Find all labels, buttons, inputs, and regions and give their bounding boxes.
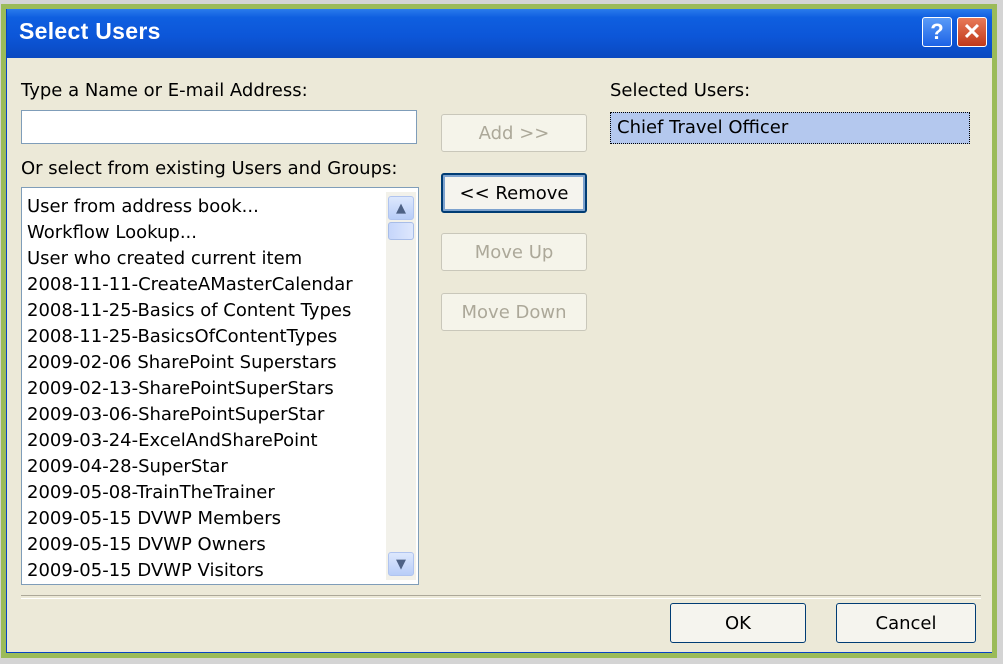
remove-button[interactable]: << Remove <box>441 173 587 213</box>
list-item[interactable]: 2009-04-28-SuperStar <box>22 454 384 480</box>
selected-users-item[interactable]: Chief Travel Officer <box>610 112 970 144</box>
existing-users-label: Or select from existing Users and Groups… <box>21 158 398 179</box>
list-item[interactable]: 2009-02-13-SharePointSuperStars <box>22 376 384 402</box>
list-item[interactable]: 2009-05-15 DVWP Owners <box>22 532 384 558</box>
selected-users-label: Selected Users: <box>610 80 751 101</box>
list-item[interactable]: 2008-11-25-BasicsOfContentTypes <box>22 324 384 350</box>
move-down-button[interactable]: Move Down <box>441 293 587 331</box>
dialog-title: Select Users <box>19 18 161 44</box>
list-item[interactable]: 2008-11-25-Basics of Content Types <box>22 298 384 324</box>
chevron-down-icon: ▼ <box>396 556 406 572</box>
scroll-thumb[interactable] <box>388 222 414 240</box>
footer-divider <box>21 595 981 599</box>
title-bar[interactable]: Select Users ? ✕ <box>7 4 994 58</box>
existing-users-items: User from address book... Workflow Looku… <box>22 194 384 584</box>
list-item[interactable]: 2009-03-24-ExcelAndSharePoint <box>22 428 384 454</box>
close-icon: ✕ <box>962 19 982 44</box>
list-item[interactable]: 2008-11-11-CreateAMasterCalendar <box>22 272 384 298</box>
list-item[interactable]: 2009-05-15 DVWP Members <box>22 506 384 532</box>
list-item[interactable]: 2009-05-08-TrainTheTrainer <box>22 480 384 506</box>
scroll-down-button[interactable]: ▼ <box>388 552 414 576</box>
help-button[interactable]: ? <box>922 17 952 47</box>
list-item[interactable]: Workflow Lookup... <box>22 220 384 246</box>
list-item[interactable]: User who created current item <box>22 246 384 272</box>
close-button[interactable]: ✕ <box>957 17 987 47</box>
add-button[interactable]: Add >> <box>441 114 587 152</box>
existing-users-listbox[interactable]: User from address book... Workflow Looku… <box>21 187 419 585</box>
list-item[interactable]: 2009-05-15 DVWP Visitors <box>22 558 384 584</box>
help-icon: ? <box>930 19 944 44</box>
list-item[interactable]: User from address book... <box>22 194 384 220</box>
list-item[interactable]: 2009-02-06 SharePoint Superstars <box>22 350 384 376</box>
name-input-label: Type a Name or E-mail Address: <box>21 80 308 101</box>
name-email-input[interactable] <box>21 110 417 144</box>
ok-button[interactable]: OK <box>670 603 806 643</box>
scroll-up-button[interactable]: ▲ <box>388 196 414 220</box>
chevron-up-icon: ▲ <box>396 200 406 216</box>
cancel-button[interactable]: Cancel <box>836 603 976 643</box>
vertical-scrollbar[interactable]: ▲ ▼ <box>386 192 416 580</box>
select-users-dialog: Select Users ? ✕ Type a Name or E-mail A… <box>4 4 997 655</box>
list-item[interactable]: 2009-03-06-SharePointSuperStar <box>22 402 384 428</box>
move-up-button[interactable]: Move Up <box>441 233 587 271</box>
